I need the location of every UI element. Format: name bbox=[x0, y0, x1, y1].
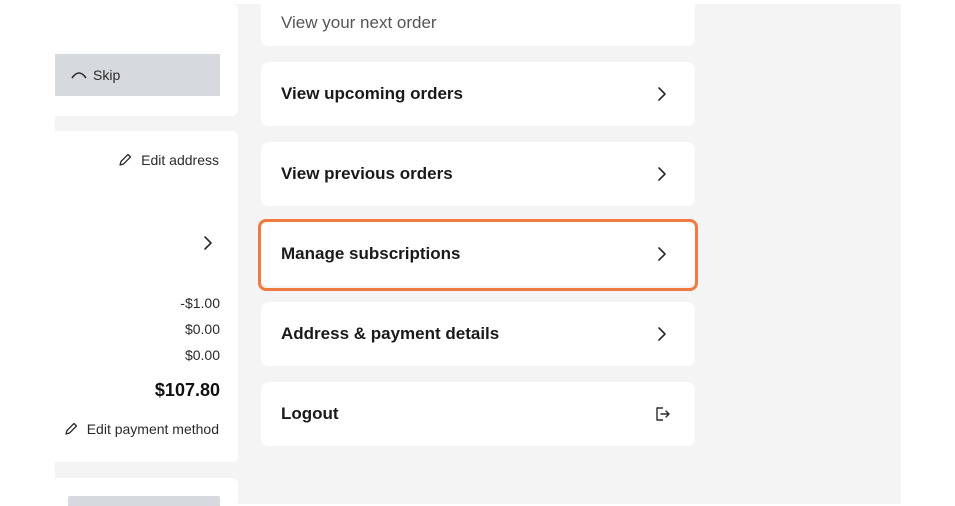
chevron-right-icon bbox=[658, 87, 666, 101]
view-next-order-label: View your next order bbox=[281, 13, 437, 32]
menu-item-logout[interactable]: Logout bbox=[261, 382, 695, 446]
menu-item-previous-orders[interactable]: View previous orders bbox=[261, 142, 695, 206]
chevron-right-icon bbox=[658, 327, 666, 341]
menu-item-label: View previous orders bbox=[281, 164, 453, 183]
discount-amount: -$1.00 bbox=[180, 295, 220, 311]
pencil-icon bbox=[119, 153, 132, 166]
tax-amount: $0.00 bbox=[184, 347, 220, 363]
chevron-right-icon bbox=[658, 167, 666, 181]
edit-payment-method-link[interactable]: Edit payment method bbox=[63, 421, 219, 437]
menu-item-label: Logout bbox=[281, 404, 339, 423]
skip-icon bbox=[71, 72, 87, 79]
order-total: $107.80 bbox=[154, 380, 220, 400]
menu-item-address-payment[interactable]: Address & payment details bbox=[261, 302, 695, 366]
menu-item-manage-subscriptions[interactable]: Manage subscriptions bbox=[261, 222, 695, 286]
skip-label: Skip bbox=[93, 67, 121, 83]
edit-payment-method-label: Edit payment method bbox=[86, 421, 219, 437]
view-next-order-item[interactable]: View your next order bbox=[261, 0, 695, 46]
partial-button[interactable] bbox=[68, 496, 220, 506]
menu-item-label: Address & payment details bbox=[281, 324, 500, 343]
edit-address-link[interactable]: Edit address bbox=[117, 152, 219, 168]
menu-item-upcoming-orders[interactable]: View upcoming orders bbox=[261, 62, 695, 126]
pencil-icon bbox=[65, 422, 77, 435]
menu-item-label: View upcoming orders bbox=[281, 84, 464, 103]
skip-button[interactable]: Skip bbox=[55, 54, 220, 96]
edit-address-label: Edit address bbox=[141, 152, 219, 168]
chevron-right-icon bbox=[658, 247, 666, 261]
shipping-amount: $0.00 bbox=[184, 321, 220, 337]
chevron-right-icon[interactable] bbox=[201, 234, 215, 252]
menu-item-label: Manage subscriptions bbox=[281, 244, 461, 263]
logout-icon bbox=[656, 407, 670, 421]
